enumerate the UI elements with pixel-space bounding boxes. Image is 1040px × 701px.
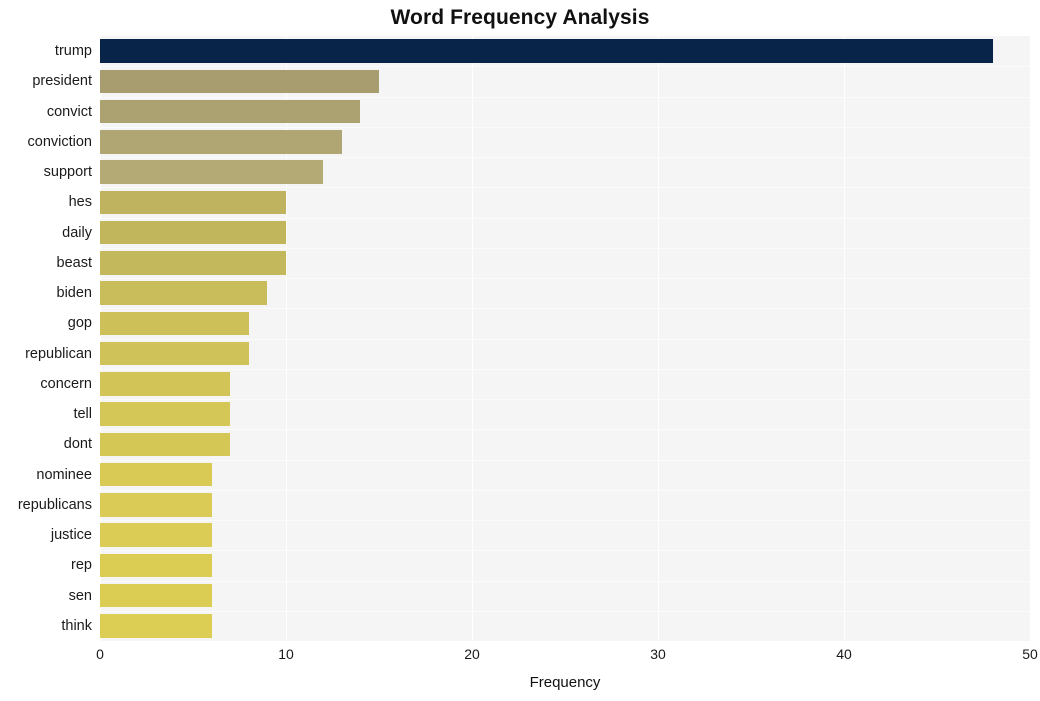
bar-convict[interactable] [100,99,361,124]
x-tick-label-50: 50 [1022,646,1038,662]
y-tick-label-republican: republican [25,345,92,362]
bar-republicans[interactable] [100,493,212,517]
bar-concern[interactable] [100,372,231,396]
y-tick-label-hes: hes [68,194,92,211]
x-tick-label-30: 30 [650,646,666,662]
y-tick-label-president: president [32,73,92,90]
bar-president[interactable] [100,69,379,94]
plot-area [100,36,1030,641]
y-tick-label-dont: dont [63,436,92,453]
row-separator [100,278,1030,279]
bar-republican[interactable] [100,341,249,366]
y-tick-label-justice: justice [50,527,92,544]
bar-row[interactable] [100,462,1030,487]
x-tick-label-20: 20 [464,646,480,662]
bar-row[interactable] [100,614,1030,638]
y-tick-label-think: think [61,617,92,634]
word-frequency-chart-figure: Word Frequency Analysis trump president co… [0,0,1040,701]
bar-row[interactable] [100,553,1030,578]
row-separator [100,581,1030,582]
bar-row[interactable] [100,341,1030,366]
row-separator [100,460,1030,461]
x-tick-label-0: 0 [96,646,104,662]
bar-support[interactable] [100,160,324,184]
y-tick-label-sen: sen [68,587,92,604]
row-separator [100,248,1030,249]
y-tick-label-tell: tell [73,406,92,423]
bar-row[interactable] [100,493,1030,517]
bar-row[interactable] [100,99,1030,124]
bar-tell[interactable] [100,402,231,426]
y-tick-label-rep: rep [71,557,92,574]
y-tick-label-gop: gop [67,315,92,332]
y-tick-label-trump: trump [54,43,92,60]
bar-row[interactable] [100,311,1030,336]
row-separator [100,97,1030,98]
bar-sen[interactable] [100,583,212,608]
row-separator [100,369,1030,370]
x-tick-label-40: 40 [836,646,852,662]
y-tick-label-beast: beast [56,254,92,271]
row-separator [100,550,1030,551]
bar-dont[interactable] [100,432,231,457]
bar-row[interactable] [100,251,1030,275]
bar-justice[interactable] [100,523,212,547]
bar-trump[interactable] [100,39,993,63]
bar-nominee[interactable] [100,462,212,487]
y-tick-label-concern: concern [40,375,92,392]
row-separator [100,157,1030,158]
row-separator [100,339,1030,340]
bar-row[interactable] [100,523,1030,547]
row-separator [100,490,1030,491]
chart-title: Word Frequency Analysis [390,6,650,29]
bar-think[interactable] [100,614,212,638]
row-separator [100,399,1030,400]
x-axis-tick-labels: 0 10 20 30 40 50 [0,646,1040,668]
row-separator [100,308,1030,309]
bar-gop[interactable] [100,311,249,336]
bar-row[interactable] [100,220,1030,245]
bar-row[interactable] [100,432,1030,457]
y-tick-label-daily: daily [62,224,92,241]
row-separator [100,429,1030,430]
bar-row[interactable] [100,69,1030,94]
row-separator [100,218,1030,219]
x-axis-label: Frequency [529,674,601,691]
y-tick-label-convict: convict [46,103,92,120]
row-separator [100,611,1030,612]
row-separator [100,520,1030,521]
bar-row[interactable] [100,402,1030,426]
y-tick-label-nominee: nominee [36,466,92,483]
bar-row[interactable] [100,372,1030,396]
bar-row[interactable] [100,583,1030,608]
bar-row[interactable] [100,281,1030,305]
y-tick-label-support: support [43,164,92,181]
bar-row[interactable] [100,190,1030,215]
y-tick-label-biden: biden [56,285,92,302]
y-axis-tick-labels: trump president convict conviction support he… [0,36,92,641]
bar-daily[interactable] [100,220,286,245]
row-separator [100,127,1030,128]
y-tick-label-conviction: conviction [27,133,92,150]
row-separator [100,66,1030,67]
bar-biden[interactable] [100,281,268,305]
bar-hes[interactable] [100,190,286,215]
row-separator [100,187,1030,188]
bar-conviction[interactable] [100,130,342,154]
bar-row[interactable] [100,130,1030,154]
bars-layer [100,36,1030,641]
bar-row[interactable] [100,39,1030,63]
y-tick-label-republicans: republicans [17,496,92,513]
bar-rep[interactable] [100,553,212,578]
x-tick-label-10: 10 [278,646,294,662]
bar-row[interactable] [100,160,1030,184]
bar-beast[interactable] [100,251,286,275]
